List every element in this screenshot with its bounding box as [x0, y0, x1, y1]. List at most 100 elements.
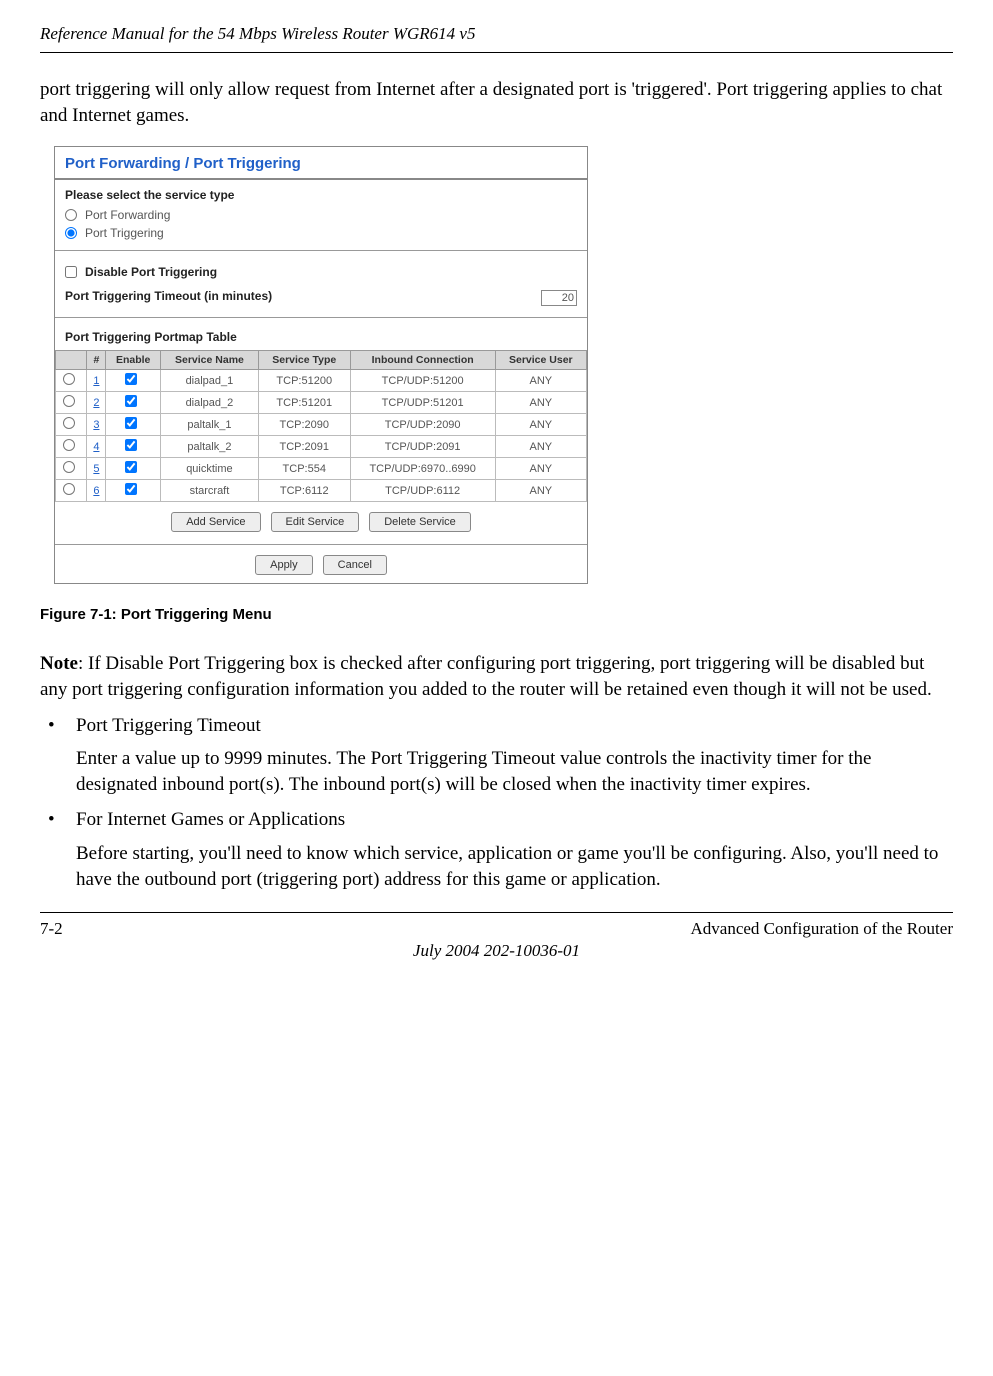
row-radio-input[interactable] [63, 483, 75, 495]
row-radio[interactable] [56, 414, 87, 436]
footer-page-num: 7-2 [40, 919, 63, 939]
row-inbound: TCP/UDP:51200 [350, 370, 495, 392]
row-user: ANY [495, 370, 586, 392]
row-num-link[interactable]: 6 [93, 485, 99, 497]
row-name: starcraft [160, 480, 258, 502]
th-type: Service Type [258, 351, 350, 370]
disable-port-triggering[interactable]: Disable Port Triggering [65, 263, 577, 281]
row-radio-input[interactable] [63, 417, 75, 429]
delete-service-button[interactable]: Delete Service [369, 512, 471, 532]
row-enable-checkbox[interactable] [125, 373, 137, 385]
row-radio-input[interactable] [63, 439, 75, 451]
row-user: ANY [495, 392, 586, 414]
row-num-link[interactable]: 3 [93, 419, 99, 431]
disable-label: Disable Port Triggering [85, 265, 217, 279]
figure-caption: Figure 7-1: Port Triggering Menu [40, 606, 953, 623]
list-item-body: Before starting, you'll need to know whi… [76, 841, 953, 892]
table-row: 4paltalk_2TCP:2091TCP/UDP:2091ANY [56, 436, 587, 458]
row-inbound: TCP/UDP:6112 [350, 480, 495, 502]
row-user: ANY [495, 436, 586, 458]
row-enable-checkbox[interactable] [125, 417, 137, 429]
th-enable: Enable [106, 351, 161, 370]
portmap-table: # Enable Service Name Service Type Inbou… [55, 350, 587, 502]
disable-checkbox[interactable] [65, 266, 77, 278]
footer-section: Advanced Configuration of the Router [691, 919, 954, 939]
list-item-title: For Internet Games or Applications [76, 807, 953, 833]
row-name: dialpad_1 [160, 370, 258, 392]
cancel-button[interactable]: Cancel [323, 555, 387, 575]
footer-date: July 2004 202-10036-01 [40, 941, 953, 961]
timeout-label: Port Triggering Timeout (in minutes) [65, 289, 272, 303]
row-num: 6 [87, 480, 106, 502]
row-enable-checkbox[interactable] [125, 483, 137, 495]
table-row: 6 starcraftTCP:6112TCP/UDP:6112ANY [56, 480, 587, 502]
row-num-link[interactable]: 1 [93, 375, 99, 387]
list-item-title: Port Triggering Timeout [76, 713, 953, 739]
row-num-link[interactable]: 5 [93, 463, 99, 475]
row-inbound: TCP/UDP:2090 [350, 414, 495, 436]
running-header: Reference Manual for the 54 Mbps Wireles… [40, 24, 953, 44]
row-type: TCP:2090 [258, 414, 350, 436]
radio-port-triggering[interactable]: Port Triggering [65, 224, 577, 242]
timeout-input[interactable] [541, 290, 577, 306]
th-inbound: Inbound Connection [350, 351, 495, 370]
row-name: dialpad_2 [160, 392, 258, 414]
apply-button[interactable]: Apply [255, 555, 313, 575]
edit-service-button[interactable]: Edit Service [271, 512, 360, 532]
note-block: Note: If Disable Port Triggering box is … [40, 651, 953, 702]
list-item: Port Triggering Timeout Enter a value up … [40, 713, 953, 798]
radio-triggering-input[interactable] [65, 227, 77, 239]
row-inbound: TCP/UDP:2091 [350, 436, 495, 458]
portmap-label: Port Triggering Portmap Table [65, 330, 577, 344]
table-row: 1dialpad_1TCP:51200TCP/UDP:51200ANY [56, 370, 587, 392]
row-enable-checkbox[interactable] [125, 439, 137, 451]
row-radio-input[interactable] [63, 461, 75, 473]
select-service-label: Please select the service type [65, 188, 577, 202]
th-blank [56, 351, 87, 370]
row-user: ANY [495, 458, 586, 480]
table-row: 5 quicktimeTCP:554TCP/UDP:6970..6990ANY [56, 458, 587, 480]
row-enable[interactable] [106, 436, 161, 458]
row-name: quicktime [160, 458, 258, 480]
row-type: TCP:6112 [258, 480, 350, 502]
row-enable-checkbox[interactable] [125, 461, 137, 473]
row-num: 2 [87, 392, 106, 414]
row-enable[interactable] [106, 458, 161, 480]
add-service-button[interactable]: Add Service [171, 512, 260, 532]
row-radio[interactable] [56, 458, 87, 480]
header-rule [40, 52, 953, 53]
list-item-body: Enter a value up to 9999 minutes. The Po… [76, 746, 953, 797]
row-radio[interactable] [56, 436, 87, 458]
row-enable[interactable] [106, 480, 161, 502]
row-inbound: TCP/UDP:6970..6990 [350, 458, 495, 480]
row-radio[interactable] [56, 392, 87, 414]
row-num-link[interactable]: 2 [93, 397, 99, 409]
radio-port-forwarding[interactable]: Port Forwarding [65, 206, 577, 224]
row-radio[interactable] [56, 370, 87, 392]
intro-paragraph: port triggering will only allow request … [40, 77, 953, 128]
row-radio[interactable] [56, 480, 87, 502]
row-num-link[interactable]: 4 [93, 441, 99, 453]
list-item: For Internet Games or Applications Before… [40, 807, 953, 892]
row-type: TCP:2091 [258, 436, 350, 458]
row-radio-input[interactable] [63, 395, 75, 407]
row-enable-checkbox[interactable] [125, 395, 137, 407]
row-enable[interactable] [106, 414, 161, 436]
row-enable[interactable] [106, 370, 161, 392]
row-radio-input[interactable] [63, 373, 75, 385]
row-enable[interactable] [106, 392, 161, 414]
radio-forwarding-label: Port Forwarding [85, 208, 170, 222]
row-user: ANY [495, 480, 586, 502]
th-user: Service User [495, 351, 586, 370]
row-num: 3 [87, 414, 106, 436]
row-type: TCP:554 [258, 458, 350, 480]
table-row: 3paltalk_1TCP:2090TCP/UDP:2090ANY [56, 414, 587, 436]
table-row: 2 dialpad_2TCP:51201TCP/UDP:51201ANY [56, 392, 587, 414]
row-inbound: TCP/UDP:51201 [350, 392, 495, 414]
row-num: 5 [87, 458, 106, 480]
radio-triggering-label: Port Triggering [85, 226, 164, 240]
radio-forwarding-input[interactable] [65, 209, 77, 221]
footer-rule [40, 912, 953, 913]
row-type: TCP:51201 [258, 392, 350, 414]
row-num: 4 [87, 436, 106, 458]
